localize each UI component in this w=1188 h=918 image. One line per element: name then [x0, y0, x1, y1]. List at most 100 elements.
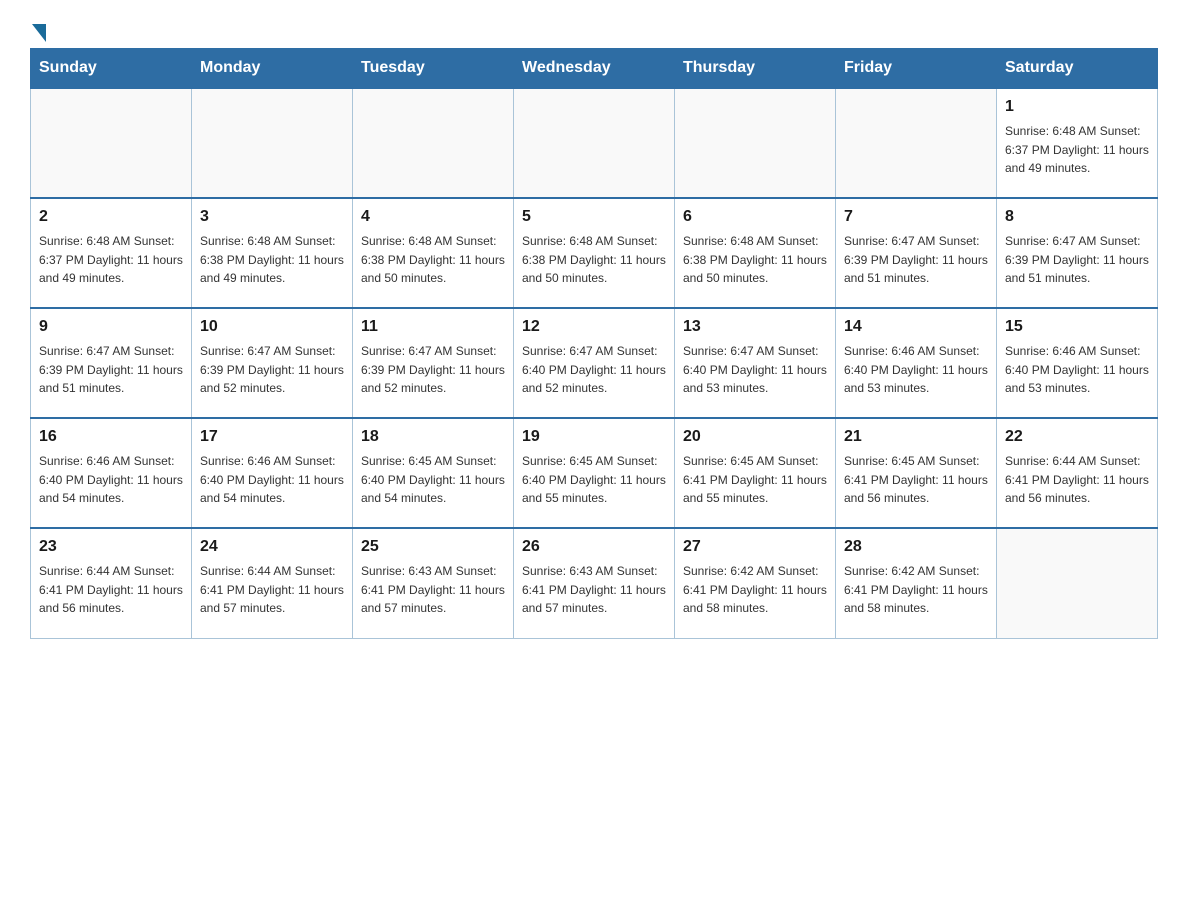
calendar-week-row: 2 Sunrise: 6:48 AM Sunset: 6:37 PM Daylig… [31, 198, 1158, 308]
day-info: Sunrise: 6:48 AM Sunset: 6:38 PM Dayligh… [683, 232, 827, 288]
day-info: Sunrise: 6:48 AM Sunset: 6:38 PM Dayligh… [522, 232, 666, 288]
day-info: Sunrise: 6:45 AM Sunset: 6:40 PM Dayligh… [522, 452, 666, 508]
calendar-cell: 19 Sunrise: 6:45 AM Sunset: 6:40 PM Dayli… [514, 418, 675, 528]
calendar-cell: 8Sunrise: 6:47 AM Sunset: 6:39 PM Daylig… [997, 198, 1158, 308]
day-number: 14 [844, 315, 988, 339]
calendar-header-row: SundayMondayTuesdayWednesdayThursdayFrid… [31, 49, 1158, 89]
calendar-cell: 21 Sunrise: 6:45 AM Sunset: 6:41 PM Dayli… [836, 418, 997, 528]
day-info: Sunrise: 6:47 AM Sunset: 6:39 PM Dayligh… [844, 232, 988, 288]
day-of-week-header: Thursday [675, 49, 836, 89]
day-of-week-header: Wednesday [514, 49, 675, 89]
day-number: 19 [522, 425, 666, 449]
day-number: 25 [361, 535, 505, 559]
day-info: Sunrise: 6:46 AM Sunset: 6:40 PM Dayligh… [844, 342, 988, 398]
day-number: 11 [361, 315, 505, 339]
calendar-cell: 13 Sunrise: 6:47 AM Sunset: 6:40 PM Dayli… [675, 308, 836, 418]
calendar-week-row: 16 Sunrise: 6:46 AM Sunset: 6:40 PM Dayli… [31, 418, 1158, 528]
calendar-cell: 4 Sunrise: 6:48 AM Sunset: 6:38 PM Daylig… [353, 198, 514, 308]
calendar-cell: 10Sunrise: 6:47 AM Sunset: 6:39 PM Dayli… [192, 308, 353, 418]
day-info: Sunrise: 6:47 AM Sunset: 6:40 PM Dayligh… [683, 342, 827, 398]
calendar-cell: 6 Sunrise: 6:48 AM Sunset: 6:38 PM Daylig… [675, 198, 836, 308]
day-number: 20 [683, 425, 827, 449]
calendar-cell: 3 Sunrise: 6:48 AM Sunset: 6:38 PM Daylig… [192, 198, 353, 308]
day-number: 18 [361, 425, 505, 449]
calendar-cell: 14 Sunrise: 6:46 AM Sunset: 6:40 PM Dayli… [836, 308, 997, 418]
calendar-cell: 5Sunrise: 6:48 AM Sunset: 6:38 PM Daylig… [514, 198, 675, 308]
day-of-week-header: Friday [836, 49, 997, 89]
day-of-week-header: Sunday [31, 49, 192, 89]
day-number: 4 [361, 205, 505, 229]
calendar-table: SundayMondayTuesdayWednesdayThursdayFrid… [30, 48, 1158, 639]
day-number: 12 [522, 315, 666, 339]
calendar-cell: 22 Sunrise: 6:44 AM Sunset: 6:41 PM Dayli… [997, 418, 1158, 528]
calendar-cell: 11 Sunrise: 6:47 AM Sunset: 6:39 PM Dayli… [353, 308, 514, 418]
day-info: Sunrise: 6:42 AM Sunset: 6:41 PM Dayligh… [844, 562, 988, 618]
logo [30, 20, 46, 38]
day-info: Sunrise: 6:45 AM Sunset: 6:40 PM Dayligh… [361, 452, 505, 508]
calendar-cell [997, 528, 1158, 638]
day-info: Sunrise: 6:46 AM Sunset: 6:40 PM Dayligh… [200, 452, 344, 508]
day-info: Sunrise: 6:43 AM Sunset: 6:41 PM Dayligh… [361, 562, 505, 618]
day-number: 13 [683, 315, 827, 339]
day-info: Sunrise: 6:43 AM Sunset: 6:41 PM Dayligh… [522, 562, 666, 618]
day-info: Sunrise: 6:48 AM Sunset: 6:38 PM Dayligh… [200, 232, 344, 288]
day-number: 28 [844, 535, 988, 559]
day-number: 6 [683, 205, 827, 229]
day-number: 2 [39, 205, 183, 229]
calendar-cell: 24 Sunrise: 6:44 AM Sunset: 6:41 PM Dayli… [192, 528, 353, 638]
day-number: 3 [200, 205, 344, 229]
day-number: 23 [39, 535, 183, 559]
calendar-cell: 16 Sunrise: 6:46 AM Sunset: 6:40 PM Dayli… [31, 418, 192, 528]
calendar-cell: 23 Sunrise: 6:44 AM Sunset: 6:41 PM Dayli… [31, 528, 192, 638]
calendar-cell [192, 88, 353, 198]
day-info: Sunrise: 6:44 AM Sunset: 6:41 PM Dayligh… [39, 562, 183, 618]
page-header [30, 20, 1158, 38]
day-info: Sunrise: 6:42 AM Sunset: 6:41 PM Dayligh… [683, 562, 827, 618]
day-info: Sunrise: 6:46 AM Sunset: 6:40 PM Dayligh… [39, 452, 183, 508]
calendar-cell [514, 88, 675, 198]
calendar-week-row: 23 Sunrise: 6:44 AM Sunset: 6:41 PM Dayli… [31, 528, 1158, 638]
day-number: 7 [844, 205, 988, 229]
day-of-week-header: Monday [192, 49, 353, 89]
calendar-cell: 28 Sunrise: 6:42 AM Sunset: 6:41 PM Dayli… [836, 528, 997, 638]
day-number: 26 [522, 535, 666, 559]
calendar-cell: 17 Sunrise: 6:46 AM Sunset: 6:40 PM Dayli… [192, 418, 353, 528]
day-number: 16 [39, 425, 183, 449]
calendar-cell: 20Sunrise: 6:45 AM Sunset: 6:41 PM Dayli… [675, 418, 836, 528]
day-info: Sunrise: 6:44 AM Sunset: 6:41 PM Dayligh… [1005, 452, 1149, 508]
calendar-cell [353, 88, 514, 198]
day-number: 24 [200, 535, 344, 559]
calendar-cell: 15 Sunrise: 6:46 AM Sunset: 6:40 PM Dayli… [997, 308, 1158, 418]
calendar-cell: 7 Sunrise: 6:47 AM Sunset: 6:39 PM Daylig… [836, 198, 997, 308]
day-info: Sunrise: 6:48 AM Sunset: 6:37 PM Dayligh… [39, 232, 183, 288]
day-number: 17 [200, 425, 344, 449]
day-number: 1 [1005, 95, 1149, 119]
day-info: Sunrise: 6:47 AM Sunset: 6:39 PM Dayligh… [39, 342, 183, 398]
calendar-cell: 27 Sunrise: 6:42 AM Sunset: 6:41 PM Dayli… [675, 528, 836, 638]
calendar-week-row: 1 Sunrise: 6:48 AM Sunset: 6:37 PM Daylig… [31, 88, 1158, 198]
day-info: Sunrise: 6:47 AM Sunset: 6:39 PM Dayligh… [361, 342, 505, 398]
day-number: 21 [844, 425, 988, 449]
calendar-cell: 26 Sunrise: 6:43 AM Sunset: 6:41 PM Dayli… [514, 528, 675, 638]
calendar-cell: 1 Sunrise: 6:48 AM Sunset: 6:37 PM Daylig… [997, 88, 1158, 198]
day-of-week-header: Tuesday [353, 49, 514, 89]
day-number: 8 [1005, 205, 1149, 229]
logo-arrow-icon [32, 24, 46, 42]
day-info: Sunrise: 6:48 AM Sunset: 6:38 PM Dayligh… [361, 232, 505, 288]
calendar-cell [675, 88, 836, 198]
day-info: Sunrise: 6:48 AM Sunset: 6:37 PM Dayligh… [1005, 122, 1149, 178]
day-info: Sunrise: 6:45 AM Sunset: 6:41 PM Dayligh… [844, 452, 988, 508]
day-number: 27 [683, 535, 827, 559]
calendar-cell: 12 Sunrise: 6:47 AM Sunset: 6:40 PM Dayli… [514, 308, 675, 418]
calendar-week-row: 9 Sunrise: 6:47 AM Sunset: 6:39 PM Daylig… [31, 308, 1158, 418]
day-number: 15 [1005, 315, 1149, 339]
calendar-cell: 2 Sunrise: 6:48 AM Sunset: 6:37 PM Daylig… [31, 198, 192, 308]
calendar-cell: 18 Sunrise: 6:45 AM Sunset: 6:40 PM Dayli… [353, 418, 514, 528]
day-info: Sunrise: 6:47 AM Sunset: 6:40 PM Dayligh… [522, 342, 666, 398]
day-info: Sunrise: 6:44 AM Sunset: 6:41 PM Dayligh… [200, 562, 344, 618]
day-number: 9 [39, 315, 183, 339]
day-info: Sunrise: 6:46 AM Sunset: 6:40 PM Dayligh… [1005, 342, 1149, 398]
day-number: 22 [1005, 425, 1149, 449]
day-of-week-header: Saturday [997, 49, 1158, 89]
calendar-cell [836, 88, 997, 198]
